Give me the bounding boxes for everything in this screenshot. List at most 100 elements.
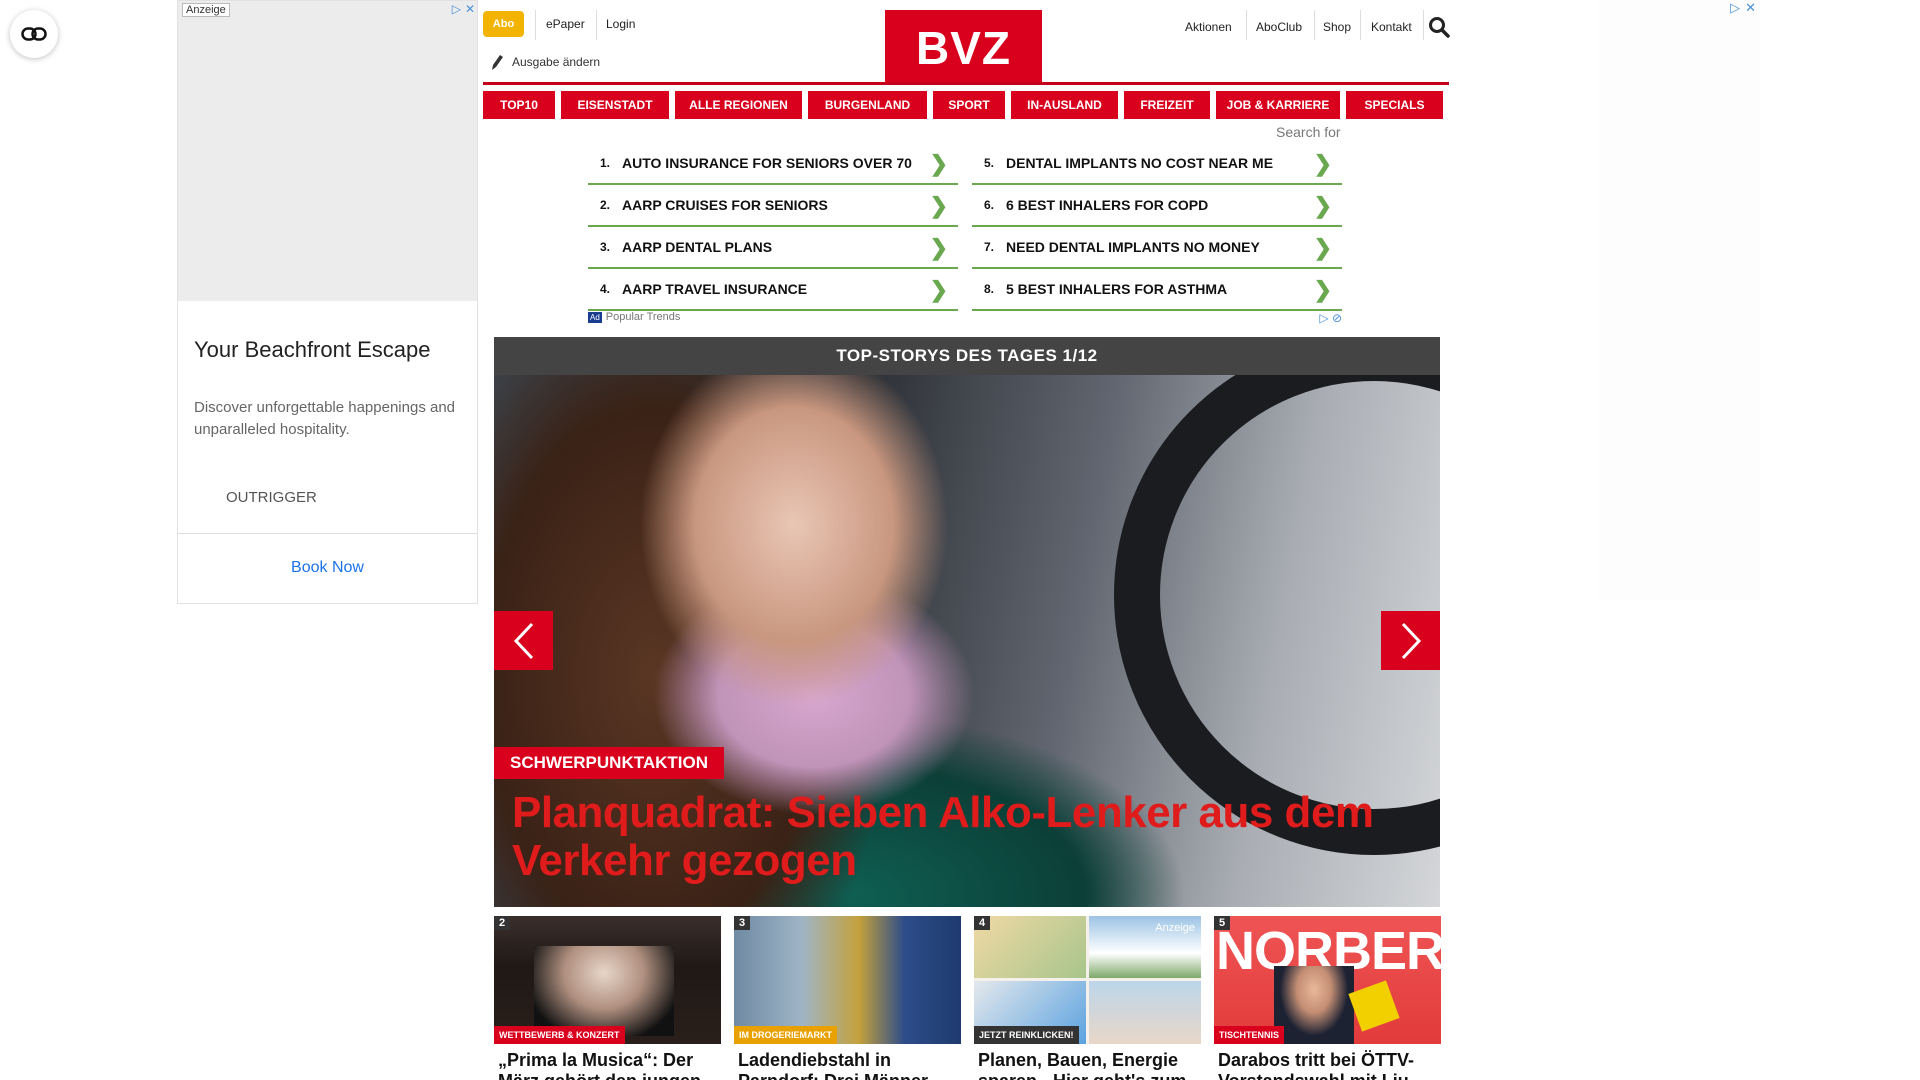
- search-icon: [1429, 17, 1450, 38]
- divider: [1246, 10, 1247, 40]
- adchoices-icon[interactable]: ▷: [1730, 0, 1740, 16]
- nav-item-top10[interactable]: TOP10: [483, 91, 555, 119]
- nav-item-sport[interactable]: SPORT: [933, 91, 1005, 119]
- search-for-heading: Search for: [1276, 124, 1341, 140]
- close-icon[interactable]: ✕: [1745, 0, 1756, 16]
- adchoices-icon[interactable]: ▷ ⊘: [1319, 311, 1342, 325]
- search-ads-left: 1. AUTO INSURANCE FOR SENIORS OVER 70 ❯ …: [588, 143, 958, 311]
- nav-item-burgenland[interactable]: BURGENLAND: [808, 91, 927, 119]
- accessibility-toggle-button[interactable]: [10, 10, 58, 58]
- search-ad-item[interactable]: 4. AARP TRAVEL INSURANCE ❯: [588, 269, 958, 311]
- item-number: 3.: [600, 240, 611, 254]
- ausgabe-aendern-link[interactable]: Ausgabe ändern: [490, 53, 600, 71]
- ad-controls: ▷ ✕: [1730, 0, 1756, 16]
- chevron-right-icon: ❯: [1313, 151, 1332, 176]
- search-ad-item[interactable]: 8. 5 BEST INHALERS FOR ASTHMA ❯: [972, 269, 1342, 311]
- login-link[interactable]: Login: [606, 17, 635, 31]
- search-ad-item[interactable]: 5. DENTAL IMPLANTS NO COST NEAR ME ❯: [972, 143, 1342, 185]
- item-number: 7.: [984, 240, 995, 254]
- shop-link[interactable]: Shop: [1323, 20, 1351, 34]
- search-ad-item[interactable]: 7. NEED DENTAL IMPLANTS NO MONEY ❯: [972, 227, 1342, 269]
- ad-title[interactable]: Your Beachfront Escape: [194, 337, 430, 363]
- item-label: 5 BEST INHALERS FOR ASTHMA: [1006, 281, 1228, 297]
- abo-button[interactable]: Abo: [483, 11, 524, 37]
- story-category-tag: TISCHTENNIS: [1214, 1026, 1285, 1044]
- chevron-right-icon: ❯: [1313, 277, 1332, 302]
- search-ads-footer: Ad Popular Trends ▷ ⊘: [588, 311, 1342, 325]
- search-button[interactable]: [1428, 16, 1450, 43]
- story-category-tag: JETZT REINKLICKEN!: [974, 1026, 1079, 1044]
- story-title[interactable]: „Prima la Musica“: Der März gehört den j…: [494, 1050, 721, 1080]
- item-number: 4.: [600, 282, 611, 296]
- nav-item-freizeit[interactable]: FREIZEIT: [1124, 91, 1210, 119]
- story-category-tag: IM DROGERIEMARKT: [734, 1026, 837, 1044]
- item-label: 6 BEST INHALERS FOR COPD: [1006, 197, 1209, 213]
- story-number: 4: [974, 916, 991, 930]
- header-divider: [483, 82, 1449, 85]
- epaper-link[interactable]: ePaper: [546, 17, 585, 31]
- divider: [535, 10, 536, 40]
- item-label: AARP TRAVEL INSURANCE: [622, 281, 808, 297]
- search-ad-item[interactable]: 1. AUTO INSURANCE FOR SENIORS OVER 70 ❯: [588, 143, 958, 185]
- story-number: 5: [1214, 916, 1231, 930]
- kontakt-link[interactable]: Kontakt: [1371, 20, 1412, 34]
- story-card[interactable]: 2 WETTBEWERB & KONZERT „Prima la Musica“…: [494, 916, 721, 1080]
- ad-label: Anzeige: [182, 3, 230, 17]
- aboclub-link[interactable]: AboClub: [1256, 20, 1302, 34]
- nav-item-specials[interactable]: SPECIALS: [1346, 91, 1443, 119]
- divider: [1360, 10, 1361, 40]
- close-icon[interactable]: ✕: [465, 2, 475, 16]
- item-number: 6.: [984, 198, 995, 212]
- prev-slide-button[interactable]: [494, 611, 553, 670]
- story-image: 3 IM DROGERIEMARKT: [734, 916, 961, 1044]
- item-label: AARP CRUISES FOR SENIORS: [622, 197, 828, 213]
- nav-item-alle-regionen[interactable]: ALLE REGIONEN: [675, 91, 802, 119]
- bvz-logo[interactable]: BVZ: [885, 10, 1042, 85]
- hero-story[interactable]: SCHWERPUNKTAKTION Planquadrat: Sieben Al…: [494, 375, 1440, 907]
- ad-description: Discover unforgettable happenings and un…: [194, 399, 456, 438]
- story-title[interactable]: Darabos tritt bei ÖTTV-Vorstandswahl mit…: [1214, 1050, 1441, 1080]
- story-image: Anzeige 4 JETZT REINKLICKEN!: [974, 916, 1201, 1044]
- item-number: 8.: [984, 282, 995, 296]
- divider: [1423, 10, 1424, 40]
- item-label: NEED DENTAL IMPLANTS NO MONEY: [1006, 239, 1260, 255]
- ausgabe-label: Ausgabe ändern: [512, 55, 601, 69]
- ad-controls: ▷ ✕: [452, 2, 475, 16]
- search-ad-item[interactable]: 2. AARP CRUISES FOR SENIORS ❯: [588, 185, 958, 227]
- link-icon: [21, 27, 47, 41]
- hero-category-tag[interactable]: SCHWERPUNKTAKTION: [494, 747, 725, 779]
- story-number: 2: [494, 916, 511, 930]
- hero-headline[interactable]: Planquadrat: Sieben Alko-Lenker aus dem …: [512, 789, 1412, 885]
- chevron-right-icon: ❯: [929, 193, 948, 218]
- search-ad-item[interactable]: 3. AARP DENTAL PLANS ❯: [588, 227, 958, 269]
- divider: [178, 533, 477, 534]
- chevron-right-icon: ❯: [929, 235, 948, 260]
- chevron-right-icon: ❯: [1313, 193, 1332, 218]
- story-title[interactable]: Ladendiebstahl in Parndorf: Drei Männer: [734, 1050, 961, 1080]
- search-ad-item[interactable]: 6. 6 BEST INHALERS FOR COPD ❯: [972, 185, 1342, 227]
- ad-image: [178, 1, 477, 301]
- item-label: AARP DENTAL PLANS: [622, 239, 773, 255]
- nav-item-job-karriere[interactable]: JOB & KARRIERE: [1216, 91, 1340, 119]
- nav-item-eisenstadt[interactable]: EISENSTADT: [561, 91, 669, 119]
- next-slide-button[interactable]: [1381, 611, 1440, 670]
- chevron-right-icon: [1401, 622, 1421, 659]
- item-label: AUTO INSURANCE FOR SENIORS OVER 70: [622, 155, 912, 171]
- aktionen-link[interactable]: Aktionen: [1185, 20, 1232, 34]
- story-title[interactable]: Planen, Bauen, Energie sparen - Hier geh…: [974, 1050, 1201, 1080]
- story-card[interactable]: 3 IM DROGERIEMARKT Ladendiebstahl in Par…: [734, 916, 961, 1080]
- item-label: DENTAL IMPLANTS NO COST NEAR ME: [1006, 155, 1274, 171]
- story-cards: 2 WETTBEWERB & KONZERT „Prima la Musica“…: [494, 916, 1441, 1080]
- book-now-button[interactable]: Book Now: [178, 559, 477, 577]
- story-card[interactable]: NORBERT 5 TISCHTENNIS Darabos tritt bei …: [1214, 916, 1441, 1080]
- right-sidebar-ad: ▷ ✕: [1598, 0, 1760, 600]
- left-sidebar-ad[interactable]: Anzeige ▷ ✕ Your Beachfront Escape Disco…: [177, 0, 478, 604]
- nav-item-in-ausland[interactable]: IN-AUSLAND: [1011, 91, 1118, 119]
- story-image: NORBERT 5 TISCHTENNIS: [1214, 916, 1441, 1044]
- story-card[interactable]: Anzeige 4 JETZT REINKLICKEN! Planen, Bau…: [974, 916, 1201, 1080]
- story-image: 2 WETTBEWERB & KONZERT: [494, 916, 721, 1044]
- divider: [1314, 10, 1315, 40]
- divider: [596, 10, 597, 40]
- adchoices-icon[interactable]: ▷: [452, 2, 461, 16]
- popular-trends-label: Popular Trends: [605, 311, 681, 323]
